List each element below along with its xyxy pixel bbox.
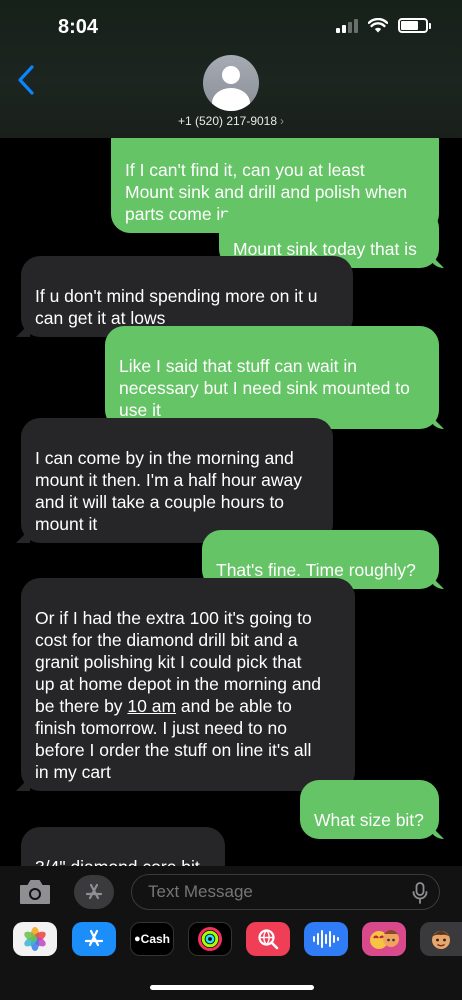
message-text: I can come by in the morning and mount i… [35, 448, 302, 534]
web-search-app-icon[interactable] [246, 922, 290, 956]
apple-cash-app-icon[interactable]: ● Cash [130, 922, 174, 956]
app-store-button[interactable] [74, 875, 114, 909]
message-text: If u don't mind spending more on it u ca… [35, 286, 318, 328]
message-bubble-incoming[interactable]: If u don't mind spending more on it u ca… [21, 256, 353, 337]
chevron-right-icon: › [280, 114, 285, 128]
activity-app-icon[interactable] [188, 922, 232, 956]
message-bubble-outgoing[interactable]: Like I said that stuff can wait in neces… [105, 326, 439, 429]
camera-icon[interactable] [18, 878, 52, 906]
audio-message-app-icon[interactable] [304, 922, 348, 956]
photos-app-icon[interactable] [13, 922, 57, 956]
message-bubble-incoming[interactable]: Or if I had the extra 100 it's going to … [21, 578, 355, 791]
app-store-icon [85, 883, 103, 900]
microphone-icon[interactable] [412, 882, 428, 904]
memoji-avatar-app-icon[interactable] [420, 922, 462, 956]
time-link[interactable]: 10 am [127, 696, 176, 716]
cellular-signal-icon [336, 18, 358, 33]
message-input-bar [0, 866, 462, 918]
app-store-app-icon[interactable] [72, 922, 116, 956]
message-text: That's fine. Time roughly? [216, 560, 416, 580]
message-text: Like I said that stuff can wait in neces… [119, 356, 410, 420]
contact-name: +1 (520) 217-9018 [177, 114, 278, 128]
status-icons [336, 18, 431, 33]
message-text: What size bit? [314, 810, 424, 830]
wifi-icon [368, 18, 388, 33]
memoji-stickers-app-icon[interactable] [362, 922, 406, 956]
home-indicator[interactable] [150, 985, 314, 990]
message-bubble-outgoing[interactable]: What size bit? [300, 780, 439, 839]
status-time: 8:04 [58, 16, 99, 38]
text-message-input[interactable] [131, 874, 440, 910]
back-chevron-icon[interactable] [14, 62, 38, 98]
message-bubble-incoming[interactable]: I can come by in the morning and mount i… [21, 418, 333, 543]
battery-icon [398, 18, 431, 33]
apple-logo-icon: ● [134, 933, 141, 945]
cash-label: Cash [140, 932, 170, 946]
contact-avatar[interactable] [203, 55, 259, 111]
conversation-header: 8:04 +1 (520) 217-9018 › [0, 0, 462, 138]
contact-name-button[interactable]: +1 (520) 217-9018 › [0, 114, 462, 128]
